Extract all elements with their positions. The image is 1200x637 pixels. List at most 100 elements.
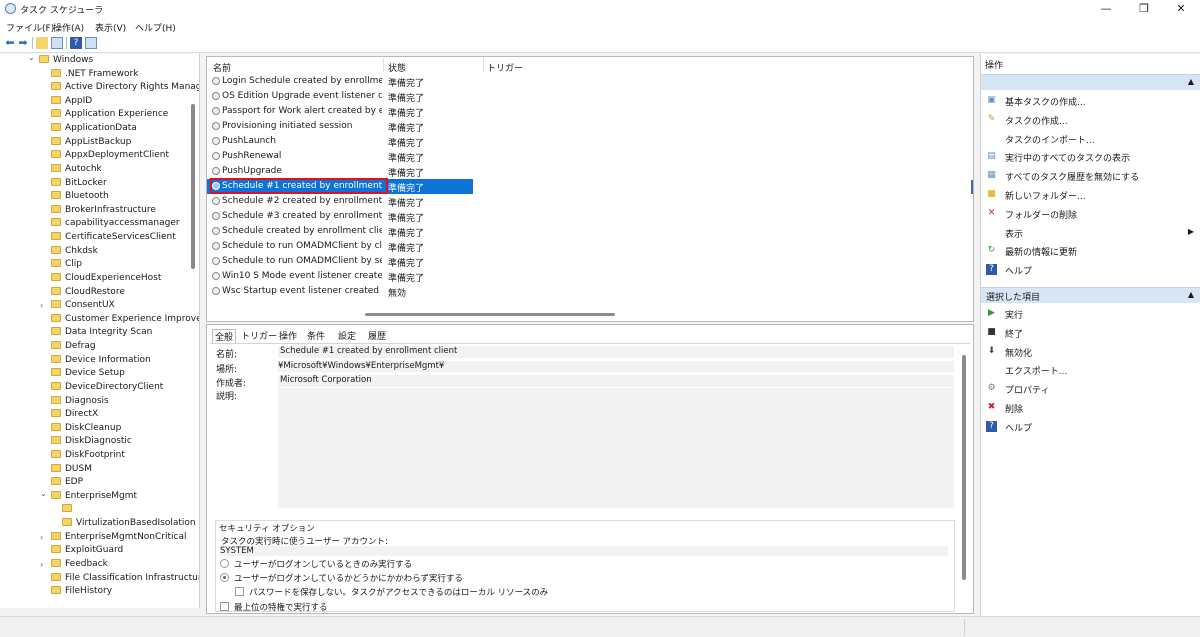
tab-actions[interactable]: 操作 xyxy=(279,329,297,342)
action-item[interactable]: ⬇ 無効化 xyxy=(981,343,1200,361)
details-scrollbar[interactable] xyxy=(962,355,966,580)
action-item[interactable]: ↻ 最新の情報に更新 xyxy=(981,242,1200,260)
tree-item[interactable]: CloudExperienceHost xyxy=(51,272,161,287)
chevron-right-icon[interactable]: › xyxy=(40,560,43,569)
tree-item[interactable]: Application Experience xyxy=(51,109,168,123)
table-row[interactable]: Schedule created by enrollment clien... 準… xyxy=(207,224,477,239)
table-row[interactable]: Login Schedule created by enrollmen... 準備… xyxy=(207,74,477,89)
tree-item[interactable]: Bluetooth xyxy=(51,191,109,205)
tree-item[interactable]: BrokerInfrastructure xyxy=(51,204,156,219)
tree-item[interactable]: AppxDeploymentClient xyxy=(51,150,169,164)
menu-view[interactable]: 表示(V) xyxy=(95,21,126,34)
tree-item[interactable]: ApplicationData xyxy=(51,123,137,137)
tree-item[interactable]: Device Setup xyxy=(51,368,125,382)
tree-scrollbar[interactable] xyxy=(191,104,195,269)
tab-conditions[interactable]: 条件 xyxy=(307,329,325,342)
action-item[interactable]: タスクのインポート... xyxy=(981,130,1200,148)
table-row[interactable]: Wsc Startup event listener created by...… xyxy=(207,284,477,299)
action-item[interactable]: ? ヘルプ xyxy=(981,261,1200,279)
column-header-name[interactable]: 名前 xyxy=(213,61,231,74)
action-item[interactable]: ■ 新しいフォルダー... xyxy=(981,186,1200,204)
action-item[interactable]: ✕ フォルダーの削除 xyxy=(981,205,1200,223)
tree-item[interactable]: Defrag xyxy=(51,341,96,355)
tree-item[interactable]: EDP xyxy=(51,477,83,491)
tree-item[interactable]: Windows xyxy=(39,55,93,69)
folder-tree[interactable]: Windows ⌄ .NET Framework Active Directory R… xyxy=(0,54,200,608)
tree-item[interactable]: Device Information xyxy=(51,354,151,369)
no-password-checkbox[interactable] xyxy=(235,587,244,596)
tree-item[interactable]: Clip xyxy=(51,259,82,273)
description-field[interactable] xyxy=(278,388,954,508)
tree-item[interactable]: AppID xyxy=(51,95,92,110)
table-row[interactable]: PushLaunch 準備完了 xyxy=(207,134,477,149)
highest-privileges-checkbox[interactable] xyxy=(220,602,229,611)
table-row[interactable]: Passport for Work alert created by en...… xyxy=(207,104,477,119)
tree-item[interactable]: .NET Framework xyxy=(51,68,138,83)
tree-item[interactable]: Customer Experience Improve xyxy=(51,313,199,328)
tree-item[interactable]: VirtulizationBasedIsolation xyxy=(62,518,196,532)
column-header-status[interactable]: 状態 xyxy=(388,61,406,74)
collapse-up-icon[interactable]: ▲ xyxy=(1188,290,1194,299)
menu-file[interactable]: ファイル(F) xyxy=(6,21,54,34)
close-button[interactable]: ✕ xyxy=(1162,0,1200,18)
action-item[interactable]: ⚙ プロパティ xyxy=(981,380,1200,398)
menu-help[interactable]: ヘルプ(H) xyxy=(135,21,176,34)
tree-item[interactable]: Active Directory Rights Manag xyxy=(51,82,199,96)
show-hide-tree-icon[interactable] xyxy=(51,37,63,49)
table-row[interactable]: Provisioning initiated session 準備完了 xyxy=(207,119,477,134)
table-row[interactable]: Schedule to run OMADMClient by cli... 準備完… xyxy=(207,239,477,254)
tree-item[interactable]: DeviceDirectoryClient xyxy=(51,381,163,396)
action-item[interactable]: ■ 終了 xyxy=(981,324,1200,342)
table-row[interactable]: PushUpgrade 準備完了 xyxy=(207,164,477,179)
tab-settings[interactable]: 設定 xyxy=(338,329,356,342)
chevron-right-icon[interactable]: › xyxy=(40,301,43,310)
tree-item[interactable]: DiskDiagnostic xyxy=(51,436,132,450)
tree-item[interactable] xyxy=(62,504,76,518)
tree-item[interactable]: DiskFootprint xyxy=(51,449,125,464)
name-field[interactable]: Schedule #1 created by enrollment client xyxy=(278,346,954,358)
tree-item[interactable]: BitLocker xyxy=(51,177,107,192)
tree-item[interactable]: DUSM xyxy=(51,463,92,478)
back-arrow-icon[interactable]: ⬅ xyxy=(4,37,16,49)
tree-item[interactable]: Data Integrity Scan xyxy=(51,327,152,341)
tree-item[interactable]: AppListBackup xyxy=(51,136,131,151)
tree-item[interactable]: Chkdsk xyxy=(51,245,98,260)
action-item[interactable]: 表示 ▶ xyxy=(981,224,1200,242)
action-item[interactable]: ✎ タスクの作成... xyxy=(981,111,1200,129)
tree-item[interactable]: DirectX xyxy=(51,409,98,423)
help-icon[interactable]: ? xyxy=(70,37,82,49)
chevron-down-icon[interactable]: ⌄ xyxy=(40,489,47,498)
tree-item[interactable]: ExploitGuard xyxy=(51,545,123,559)
action-item[interactable]: ▦ すべてのタスク履歴を無効にする xyxy=(981,167,1200,185)
table-row[interactable]: Schedule to run OMADMClient by ser... 準備完… xyxy=(207,254,477,269)
action-item[interactable]: エクスポート... xyxy=(981,361,1200,379)
table-row[interactable]: OS Edition Upgrade event listener cr... 準… xyxy=(207,89,477,104)
folder-up-icon[interactable] xyxy=(36,37,48,49)
restore-button[interactable]: ❐ xyxy=(1125,0,1163,18)
action-item[interactable]: ▤ 実行中のすべてのタスクの表示 xyxy=(981,148,1200,166)
tree-item[interactable]: File Classification Infrastructur xyxy=(51,572,199,587)
table-row[interactable]: PushRenewal 準備完了 xyxy=(207,149,477,164)
radio-only-logged-on[interactable] xyxy=(220,559,229,568)
tree-item[interactable]: EnterpriseMgmt xyxy=(51,490,137,505)
action-pane-icon[interactable] xyxy=(85,37,97,49)
minimize-button[interactable]: — xyxy=(1087,0,1125,18)
table-row[interactable]: Schedule #3 created by enrollment cl... 準… xyxy=(207,209,477,224)
menu-action[interactable]: 操作(A) xyxy=(53,21,84,34)
tree-item[interactable]: CloudRestore xyxy=(51,286,125,301)
tree-item[interactable]: FileHistory xyxy=(51,586,112,600)
collapse-up-icon[interactable]: ▲ xyxy=(1188,77,1194,86)
tree-item[interactable]: Autochk xyxy=(51,163,102,178)
tree-item[interactable]: capabilityaccessmanager xyxy=(51,218,180,232)
tab-history[interactable]: 履歴 xyxy=(368,329,386,342)
action-item[interactable]: ✖ 削除 xyxy=(981,399,1200,417)
tree-item[interactable]: Diagnosis xyxy=(51,395,109,410)
tree-item[interactable]: ConsentUX xyxy=(51,300,115,314)
action-item[interactable]: ? ヘルプ xyxy=(981,418,1200,436)
table-row[interactable]: Win10 S Mode event listener created... 準備… xyxy=(207,269,477,284)
tab-triggers[interactable]: トリガー xyxy=(241,329,277,342)
action-item[interactable]: ▶ 実行 xyxy=(981,305,1200,323)
list-horizontal-scrollbar[interactable] xyxy=(365,313,615,316)
tree-item[interactable]: EnterpriseMgmtNonCritical xyxy=(51,531,187,546)
author-field[interactable]: Microsoft Corporation xyxy=(278,375,954,387)
